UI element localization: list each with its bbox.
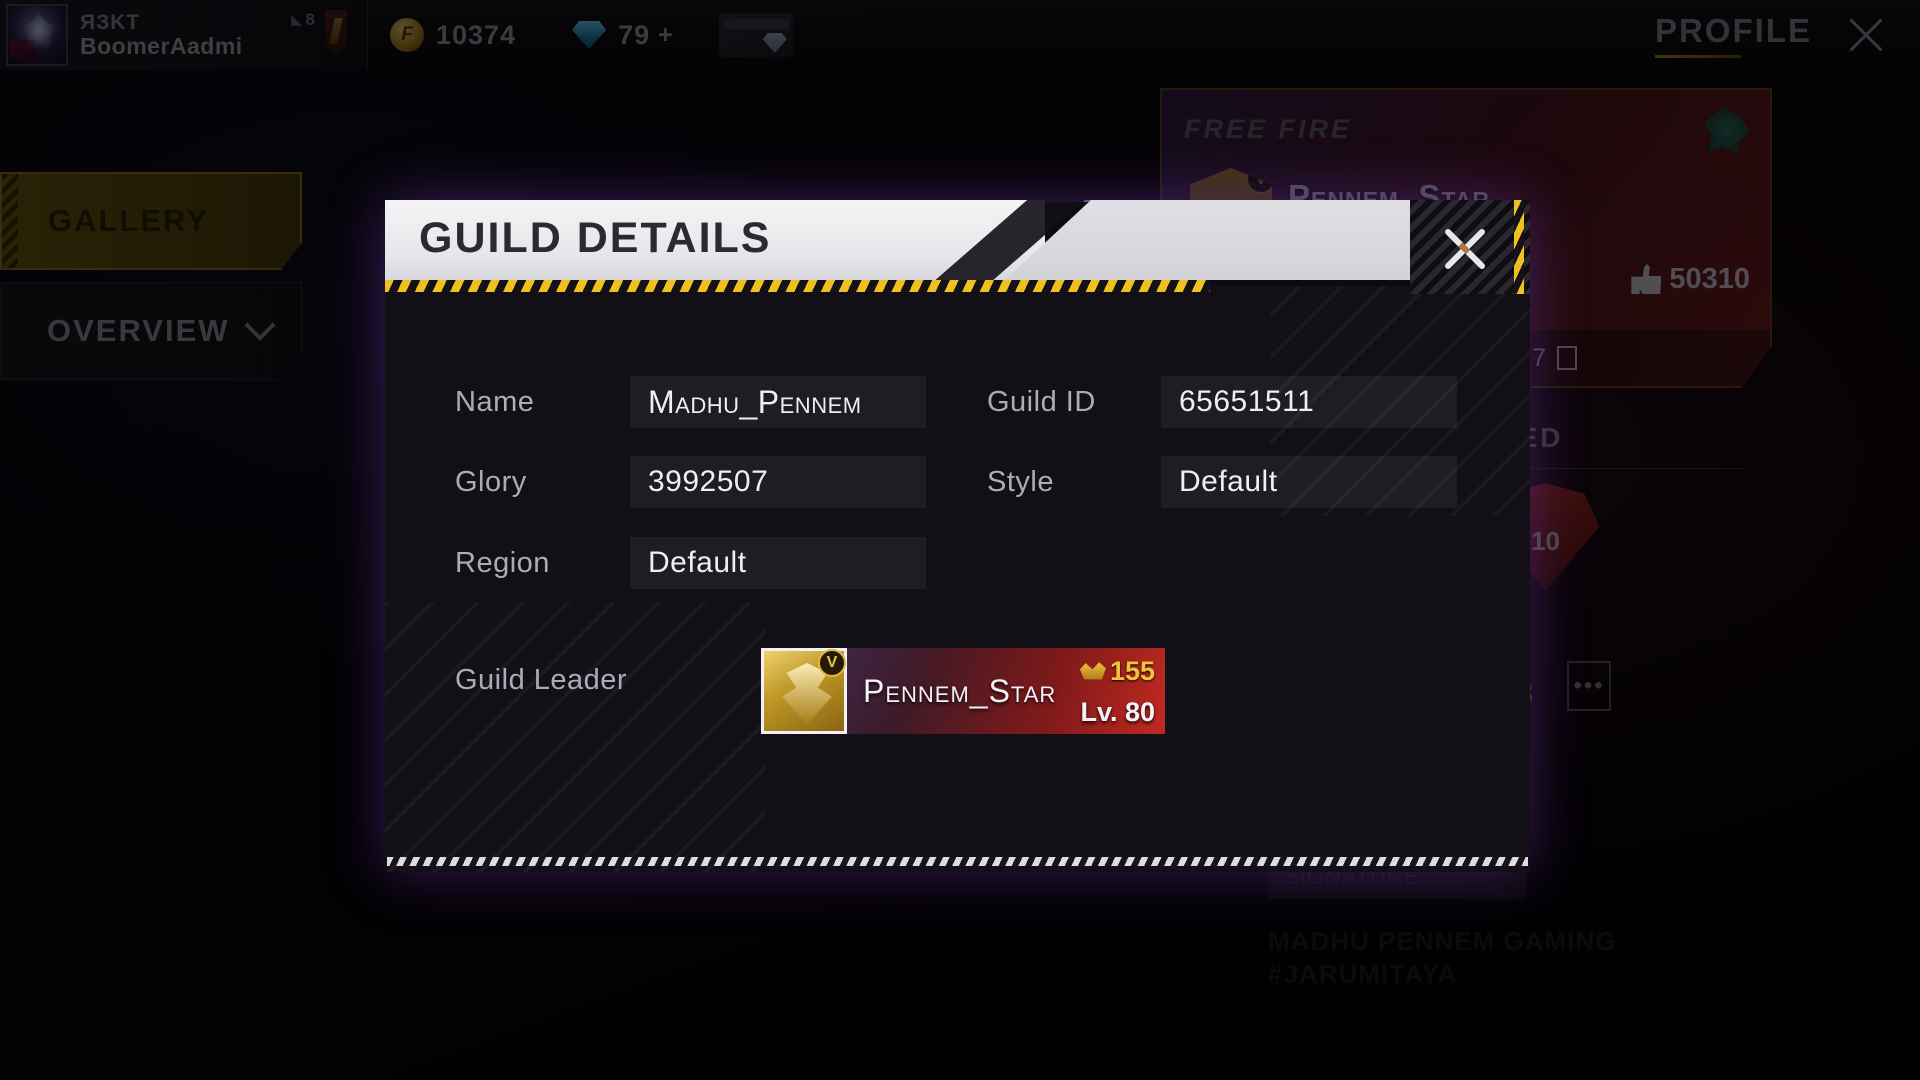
guild-leader-meta: 155 Lv. 80	[1079, 656, 1155, 728]
close-icon	[1438, 222, 1492, 276]
dialog-title: GUILD DETAILS	[419, 214, 772, 262]
field-row-guild-id: Guild ID 65651511	[987, 376, 1457, 428]
guild-id-value: 65651511	[1161, 376, 1457, 428]
guild-leader-name: Pennem_Star	[863, 672, 1057, 709]
hazard-edge-stripe	[1514, 200, 1524, 294]
leader-badge-counter: 155	[1079, 656, 1155, 687]
style-value: Default	[1161, 456, 1457, 508]
region-label: Region	[455, 546, 550, 579]
badge-icon	[1079, 662, 1106, 680]
field-row-glory: Glory 3992507	[455, 456, 926, 508]
gold-wing-badge-icon: V	[761, 648, 847, 734]
glory-value: 3992507	[630, 456, 926, 508]
field-row-style: Style Default	[987, 456, 1457, 508]
dialog-body: Name Madhu_Pennem Guild ID 65651511 Glor…	[385, 286, 1530, 872]
style-label: Style	[987, 465, 1054, 498]
guild-id-label: Guild ID	[987, 385, 1096, 418]
name-value: Madhu_Pennem	[630, 376, 926, 428]
dialog-bottom-stripe	[387, 857, 1528, 866]
badge-value: 155	[1109, 656, 1155, 686]
guild-leader-card[interactable]: V Pennem_Star 155 Lv. 80	[761, 648, 1165, 734]
rank-tier-mark: V	[818, 649, 846, 677]
hazard-stripe	[385, 280, 1210, 292]
field-row-name: Name Madhu_Pennem	[455, 376, 926, 428]
field-row-guild-leader: Guild Leader	[455, 664, 630, 697]
app-root: FREE FIRE Pennem_Star 50310 UID:77039915…	[0, 0, 1920, 1080]
guild-details-dialog: Name Madhu_Pennem Guild ID 65651511 Glor…	[385, 200, 1530, 872]
region-value: Default	[630, 537, 926, 589]
name-label: Name	[455, 385, 535, 418]
guild-details-form: Name Madhu_Pennem Guild ID 65651511 Glor…	[385, 286, 1530, 872]
glory-label: Glory	[455, 465, 527, 498]
field-row-region: Region Default	[455, 537, 926, 589]
leader-level: Lv. 80	[1080, 697, 1155, 727]
dialog-close-button[interactable]	[1410, 200, 1530, 294]
guild-leader-label: Guild Leader	[455, 664, 628, 696]
